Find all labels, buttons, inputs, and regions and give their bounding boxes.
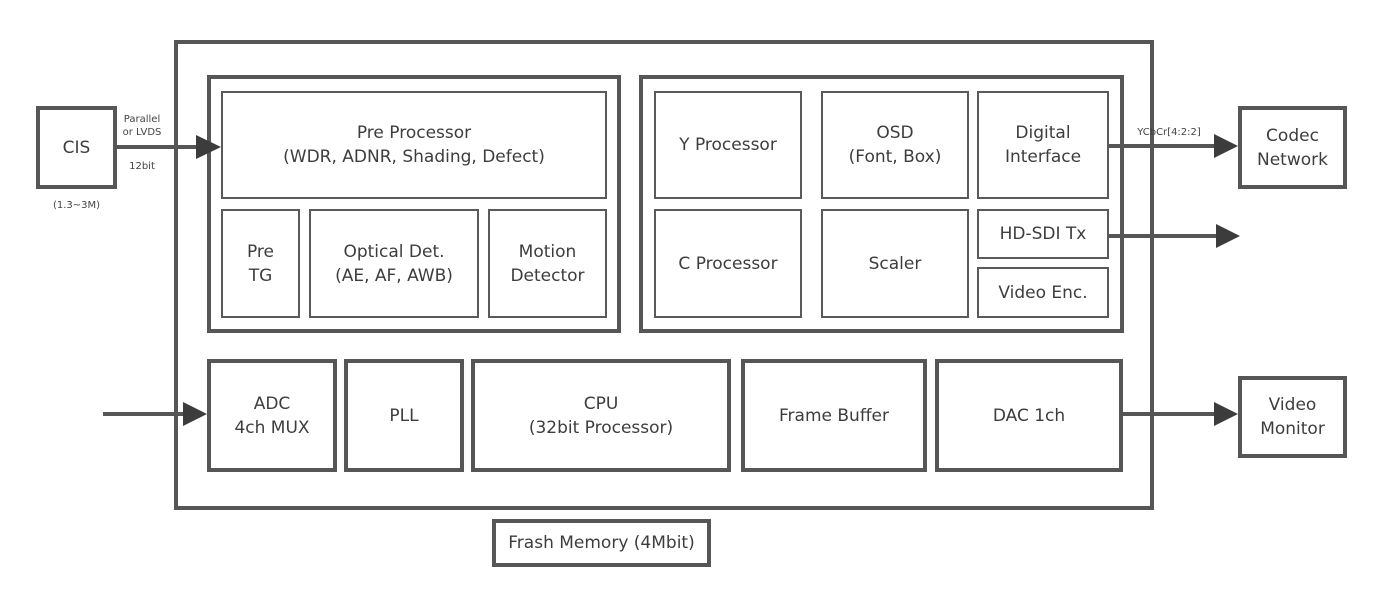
pre-tg-label: Pre TG	[246, 241, 275, 286]
scaler-label: Scaler	[868, 253, 922, 274]
arrowhead-video-monitor	[1214, 402, 1238, 426]
arrowhead-codec	[1214, 134, 1238, 158]
dac-label: DAC 1ch	[992, 405, 1066, 426]
flash-memory-label: Frash Memory (4Mbit)	[508, 533, 695, 553]
pll-block: PLL	[344, 359, 464, 472]
video-monitor-label: Video Monitor	[1260, 395, 1325, 439]
frame-buffer-label: Frame Buffer	[779, 405, 889, 426]
flash-memory-block: Frash Memory (4Mbit)	[492, 519, 711, 567]
cis-block: CIS	[36, 106, 117, 189]
dac-block: DAC 1ch	[935, 359, 1123, 472]
optical-detector-block: Optical Det. (AE, AF, AWB)	[309, 209, 479, 318]
video-encoder-label: Video Enc.	[998, 282, 1088, 303]
osd-label: OSD (Font, Box)	[848, 123, 942, 167]
adc-label: ADC 4ch MUX	[234, 393, 310, 438]
cpu-label: CPU (32bit Processor)	[528, 393, 674, 438]
pre-processor-label: Pre Processor (WDR, ADNR, Shading, Defec…	[283, 123, 545, 167]
c-processor-label: C Processor	[678, 253, 778, 274]
motion-detector-block: Motion Detector	[488, 209, 607, 318]
codec-network-block: Codec Network	[1238, 106, 1347, 189]
codec-network-label: Codec Network	[1257, 125, 1328, 170]
osd-block: OSD (Font, Box)	[821, 91, 969, 199]
optical-detector-label: Optical Det. (AE, AF, AWB)	[335, 241, 453, 286]
pre-tg-block: Pre TG	[221, 209, 300, 318]
cis-interface-label: Parallel or LVDS	[122, 114, 162, 138]
motion-detector-label: Motion Detector	[510, 241, 585, 286]
hd-sdi-tx-block: HD-SDI Tx	[977, 209, 1109, 259]
cis-bitwidth-label: 12bit	[129, 161, 155, 172]
cpu-block: CPU (32bit Processor)	[471, 359, 731, 472]
y-processor-block: Y Processor	[654, 91, 802, 199]
video-monitor-block: Video Monitor	[1238, 376, 1347, 458]
video-encoder-block: Video Enc.	[977, 267, 1109, 318]
y-processor-label: Y Processor	[679, 135, 777, 155]
hd-sdi-tx-label: HD-SDI Tx	[999, 224, 1087, 244]
scaler-block: Scaler	[821, 209, 969, 318]
adc-block: ADC 4ch MUX	[207, 359, 337, 472]
digital-interface-block: Digital Interface	[977, 91, 1109, 199]
cis-label: CIS	[62, 137, 91, 158]
pre-processor-block: Pre Processor (WDR, ADNR, Shading, Defec…	[221, 91, 607, 199]
arrowhead-hd-sdi-out	[1216, 224, 1240, 248]
frame-buffer-block: Frame Buffer	[741, 359, 927, 472]
c-processor-block: C Processor	[654, 209, 802, 318]
digital-interface-label: Digital Interface	[1004, 123, 1082, 167]
cis-caption: (1.3~3M)	[52, 200, 101, 211]
ycbcr-format-label: YCbCr[4:2:2]	[1137, 127, 1201, 138]
pll-label: PLL	[389, 405, 419, 426]
